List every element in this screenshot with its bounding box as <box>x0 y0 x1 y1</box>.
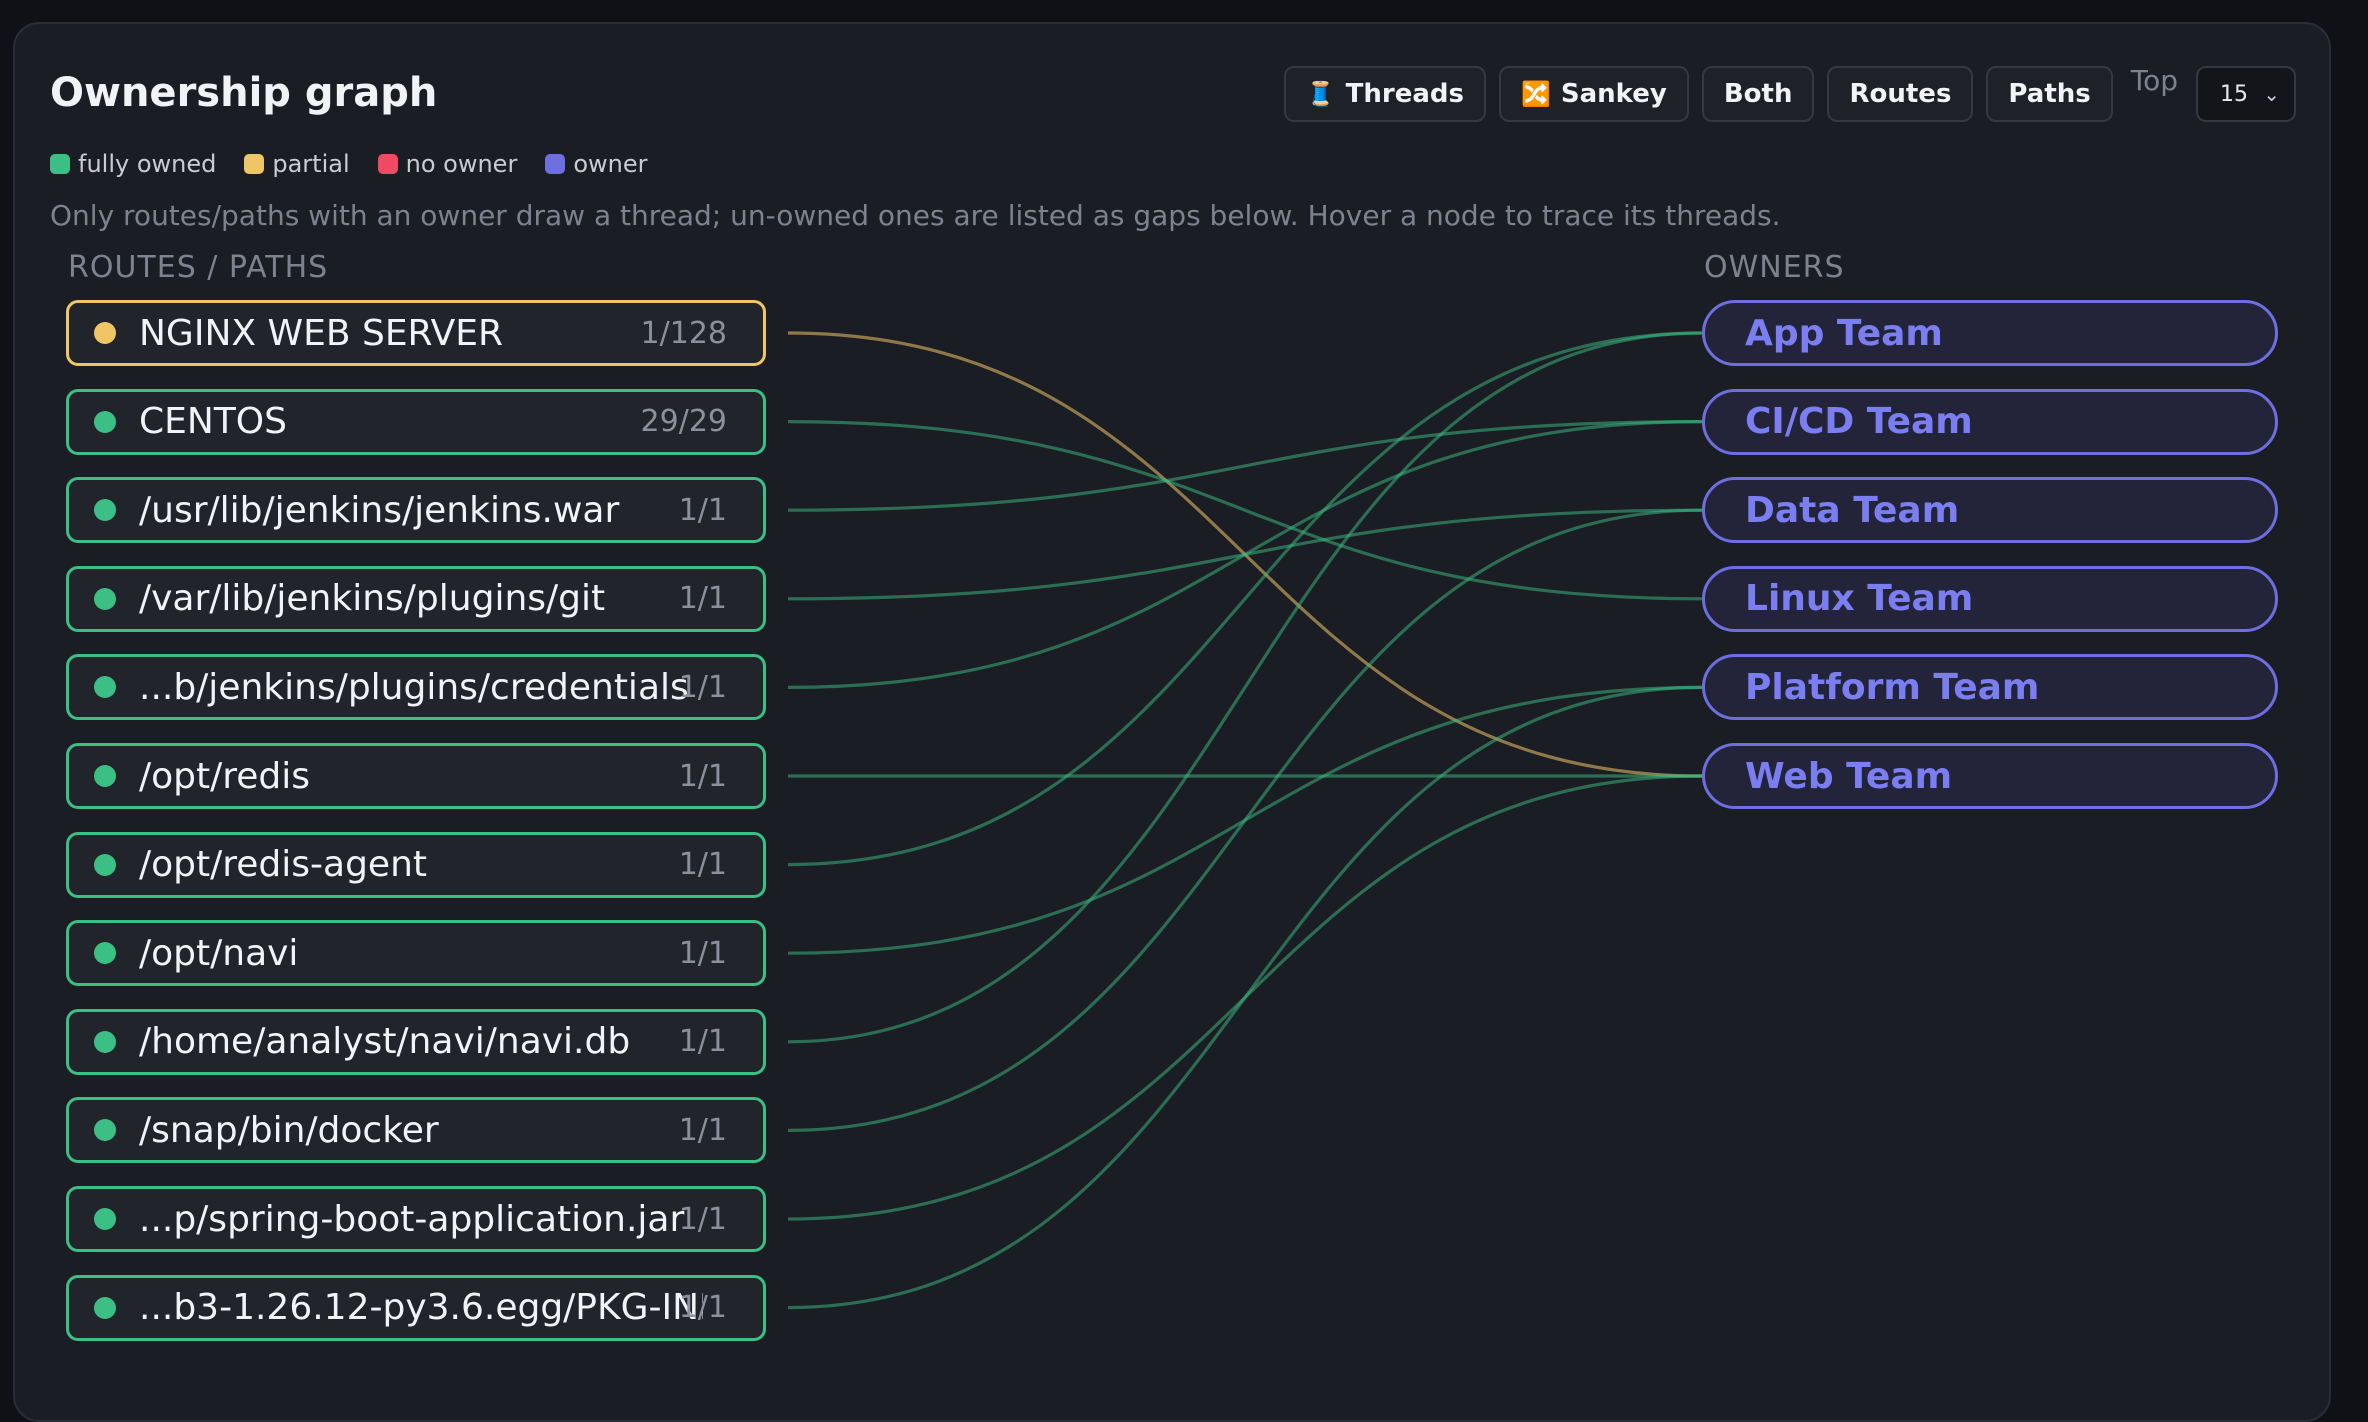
route-node[interactable]: ...p/spring-boot-application.jar 1/1 <box>66 1186 766 1252</box>
route-label: /usr/lib/jenkins/jenkins.war <box>139 489 620 531</box>
status-dot <box>94 1030 116 1053</box>
owner-label: Platform Team <box>1745 666 2040 708</box>
threads-button[interactable]: 🧵 Threads <box>1283 66 1486 122</box>
ownership-thread <box>787 420 1703 689</box>
sankey-button[interactable]: 🔀 Sankey <box>1499 66 1689 122</box>
status-dot <box>94 1208 116 1230</box>
spool-icon: 🧵 <box>1305 80 1336 108</box>
route-node[interactable]: /opt/navi 1/1 <box>66 920 766 987</box>
owner-node[interactable]: App Team <box>1702 300 2278 366</box>
owner-label: Web Team <box>1745 755 1953 797</box>
route-label: NGINX WEB SERVER <box>139 312 503 354</box>
route-count: 1/1 <box>678 581 727 617</box>
route-label: ...b3-1.26.12-py3.6.egg/PKG-INFO <box>139 1287 703 1329</box>
route-count: 1/1 <box>678 492 727 528</box>
route-count: 1/1 <box>678 1112 727 1148</box>
route-node[interactable]: CENTOS 29/29 <box>66 388 766 455</box>
top-select-value: 15 <box>2220 81 2248 107</box>
route-count: 1/1 <box>678 1290 727 1326</box>
route-count: 1/1 <box>678 758 727 794</box>
route-node[interactable]: /usr/lib/jenkins/jenkins.war 1/1 <box>66 477 766 544</box>
route-label: /snap/bin/docker <box>139 1109 439 1151</box>
status-dot <box>94 676 116 699</box>
route-count: 1/1 <box>678 1024 727 1060</box>
route-count: 1/1 <box>678 1201 727 1237</box>
route-count: 1/1 <box>678 669 727 705</box>
route-node[interactable]: NGINX WEB SERVER 1/128 <box>66 300 766 366</box>
view-toolbar: 🧵 Threads 🔀 Sankey Both Routes Paths Top… <box>1271 63 2296 122</box>
status-dot <box>94 1296 116 1319</box>
route-count: 1/1 <box>678 847 727 883</box>
page-title: Ownership graph <box>50 70 438 116</box>
owner-node[interactable]: Linux Team <box>1702 565 2278 632</box>
both-button[interactable]: Both <box>1701 66 1815 122</box>
owner-node[interactable]: CI/CD Team <box>1702 388 2278 455</box>
route-node[interactable]: /opt/redis 1/1 <box>66 743 766 809</box>
status-dot <box>94 410 116 433</box>
legend-swatch <box>50 154 70 174</box>
routes-button[interactable]: Routes <box>1827 66 1974 122</box>
status-dot <box>94 942 116 965</box>
legend-item-partial: partial <box>244 150 350 178</box>
sankey-button-label: Sankey <box>1560 79 1667 109</box>
legend-label: no owner <box>405 150 518 178</box>
owner-node[interactable]: Platform Team <box>1702 654 2278 721</box>
route-count: 1/128 <box>640 315 727 351</box>
route-node[interactable]: /snap/bin/docker 1/1 <box>66 1097 766 1164</box>
route-label: /opt/redis <box>139 755 311 797</box>
legend-item-fully-owned: fully owned <box>50 150 216 178</box>
top-select[interactable]: 15 ⌄ <box>2196 66 2296 122</box>
owner-label: App Team <box>1745 312 1943 354</box>
paths-button[interactable]: Paths <box>1986 66 2113 122</box>
ownership-thread <box>787 420 1703 512</box>
ownership-thread <box>787 685 1703 1310</box>
legend-label: partial <box>272 150 350 178</box>
legend-item-no-owner: no owner <box>377 150 518 178</box>
route-node[interactable]: /opt/redis-agent 1/1 <box>66 831 766 898</box>
status-dot <box>94 853 116 876</box>
owner-label: Linux Team <box>1745 578 1974 620</box>
routes-column-header: ROUTES / PATHS <box>68 250 329 285</box>
route-label: /opt/redis-agent <box>139 844 427 886</box>
ownership-thread <box>787 331 1703 867</box>
status-dot <box>94 765 116 787</box>
route-label: ...b/jenkins/plugins/credentials <box>139 666 689 708</box>
chevron-down-icon: ⌄ <box>2263 82 2280 106</box>
top-label: Top <box>2130 63 2178 97</box>
ownership-thread <box>787 508 1703 1132</box>
legend: fully owned partial no owner owner <box>50 150 675 178</box>
owners-column-header: OWNERS <box>1704 250 1845 285</box>
status-dot <box>94 499 116 522</box>
legend-swatch <box>545 154 566 174</box>
legend-item-owner: owner <box>545 150 647 178</box>
threads-button-label: Threads <box>1345 79 1464 109</box>
route-node[interactable]: /home/analyst/navi/navi.db 1/1 <box>66 1008 766 1075</box>
route-count: 29/29 <box>640 404 727 440</box>
graph-description: Only routes/paths with an owner draw a t… <box>50 199 1781 232</box>
route-node[interactable]: ...b/jenkins/plugins/credentials 1/1 <box>66 654 766 721</box>
route-label: CENTOS <box>139 401 287 443</box>
route-label: ...p/spring-boot-application.jar <box>139 1198 685 1240</box>
route-label: /home/analyst/navi/navi.db <box>139 1021 631 1063</box>
owner-node[interactable]: Data Team <box>1702 477 2278 544</box>
legend-label: owner <box>573 150 648 178</box>
owner-node[interactable]: Web Team <box>1702 743 2278 809</box>
route-count: 1/1 <box>678 935 727 971</box>
owner-label: Data Team <box>1745 489 1960 531</box>
shuffle-icon: 🔀 <box>1521 80 1551 108</box>
owner-label: CI/CD Team <box>1745 401 1973 443</box>
route-label: /opt/navi <box>139 932 299 974</box>
legend-swatch <box>377 154 398 174</box>
ownership-thread <box>787 331 1703 1044</box>
legend-swatch <box>244 154 265 174</box>
legend-label: fully owned <box>78 150 217 178</box>
route-label: /var/lib/jenkins/plugins/git <box>139 578 606 620</box>
route-node[interactable]: ...b3-1.26.12-py3.6.egg/PKG-INFO 1/1 <box>66 1274 766 1341</box>
ownership-thread <box>787 420 1703 601</box>
status-dot <box>94 1119 116 1142</box>
status-dot <box>94 587 116 610</box>
status-dot <box>94 322 116 344</box>
route-node[interactable]: /var/lib/jenkins/plugins/git 1/1 <box>66 565 766 632</box>
